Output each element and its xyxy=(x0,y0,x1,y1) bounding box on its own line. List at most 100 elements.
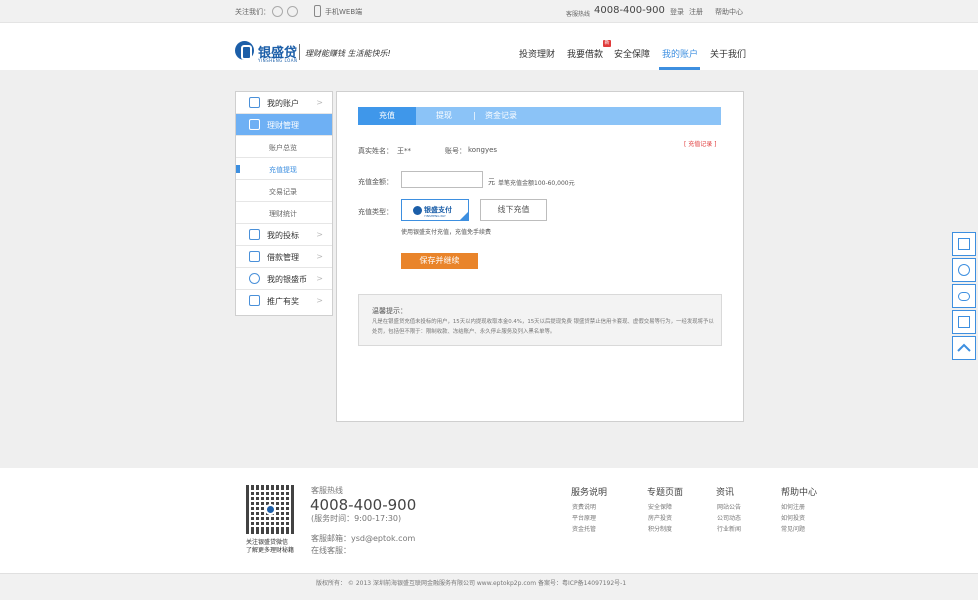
account-card-icon xyxy=(249,97,260,108)
footer-link[interactable]: 积分制度 xyxy=(648,524,672,533)
sidebar-sub-label: 充值提现 xyxy=(269,166,297,174)
register-link[interactable]: 注册 xyxy=(689,7,703,17)
document-icon xyxy=(249,251,260,262)
footer-hotline-label: 客服热线 xyxy=(311,486,343,495)
help-center-link[interactable]: 帮助中心 xyxy=(715,7,743,17)
amount-input[interactable] xyxy=(401,171,483,188)
footer-col-title: 帮助中心 xyxy=(781,488,818,498)
footer-link[interactable]: 网站公告 xyxy=(717,502,741,511)
notice-title: 温馨提示： xyxy=(372,307,407,315)
copyright-text: 版权所有： © 2013 深圳前海银盛互联网金融服务有限公司 www.eptok… xyxy=(316,580,627,587)
logo-divider xyxy=(299,44,300,60)
footer-link[interactable]: 如何注册 xyxy=(781,502,805,511)
footer-link[interactable]: 资费说明 xyxy=(572,502,596,511)
nav-invest[interactable]: 投资理财 xyxy=(519,47,555,60)
wechat-icon[interactable] xyxy=(287,6,298,17)
main-panel xyxy=(336,91,744,422)
mobile-web-link[interactable]: 手机WEB端 xyxy=(325,7,362,17)
nav-about[interactable]: 关于我们 xyxy=(710,47,746,60)
pay-hint: 使用银盛支付充值，充值免手续费 xyxy=(401,229,492,236)
nav-security[interactable]: 安全保障 xyxy=(614,47,650,60)
sidebar-item-loans[interactable]: 借款管理 > xyxy=(236,246,332,268)
chevron-right-icon: > xyxy=(316,252,323,261)
footer-link[interactable]: 平台原理 xyxy=(572,513,596,522)
chevron-right-icon: > xyxy=(316,230,323,239)
back-to-top-button[interactable] xyxy=(952,336,976,360)
sidebar-item-bids[interactable]: 我的投标 > xyxy=(236,224,332,246)
sidebar-sub-label: 账户总览 xyxy=(269,144,297,152)
login-link[interactable]: 登录 xyxy=(670,7,684,17)
new-badge: 新 xyxy=(603,40,611,47)
bar-chart-icon xyxy=(249,229,260,240)
recharge-records-link[interactable]: [ 充值记录 ] xyxy=(684,139,717,148)
footer-col-title: 服务说明 xyxy=(571,488,608,498)
chevron-up-icon xyxy=(957,343,971,352)
qr-caption-2: 了解更多理财秘籍 xyxy=(246,547,295,554)
footer-link[interactable]: 公司动态 xyxy=(717,513,741,522)
follow-label: 关注我们： xyxy=(235,8,270,16)
account-label: 账号： xyxy=(445,147,466,155)
notice-box: 温馨提示： 凡是在银盛贷充值未投标的用户，15天以内提现收取本金0.4%，15天… xyxy=(358,294,722,346)
sidebar-sub-recharge[interactable]: 充值提现 xyxy=(236,158,332,180)
nav-borrow[interactable]: 我要借款 xyxy=(567,47,603,60)
footer-online-service[interactable]: 在线客服： xyxy=(311,545,351,556)
sidebar-sub-overview[interactable]: 账户总览 xyxy=(236,136,332,158)
footer-link[interactable]: 常见问题 xyxy=(781,524,805,533)
support-icon xyxy=(958,264,970,276)
qr-scan-tool-button[interactable] xyxy=(952,310,976,334)
nav-active-indicator xyxy=(659,67,700,70)
qr-scan-icon xyxy=(958,316,970,328)
sidebar-label: 推广有奖 xyxy=(267,297,299,306)
finance-icon xyxy=(249,119,260,130)
footer-link[interactable]: 安全保障 xyxy=(648,502,672,511)
chevron-right-icon: > xyxy=(316,98,323,107)
footer-link[interactable]: 行业新闻 xyxy=(717,524,741,533)
footer-hotline-number: 4008-400-900 xyxy=(310,496,417,514)
tab-fund-records[interactable]: 资金记录 xyxy=(485,107,517,125)
support-tool-button[interactable] xyxy=(952,258,976,282)
sidebar-label: 理财管理 xyxy=(267,121,299,130)
amount-hint: 单笔充值金额100-60,000元 xyxy=(498,180,575,187)
weibo-icon[interactable] xyxy=(272,6,283,17)
nav-my-account[interactable]: 我的账户 xyxy=(662,47,698,60)
tab-divider: | xyxy=(473,111,476,120)
hotline-number: 4008-400-900 xyxy=(594,5,665,16)
type-label: 充值类型： xyxy=(358,208,393,216)
sidebar-sub-label: 交易记录 xyxy=(269,188,297,196)
chevron-right-icon: > xyxy=(316,274,323,283)
pay-subname: YINSHENG PAY xyxy=(424,214,446,218)
footer-link[interactable]: 如何投资 xyxy=(781,513,805,522)
account-value: kongyes xyxy=(468,146,498,154)
real-name-label: 真实姓名： xyxy=(358,147,393,155)
notice-body: 凡是在银盛贷充值未投标的用户，15天以内提现收取本金0.4%，15天以后提现免费… xyxy=(372,319,714,335)
yinsheng-pay-option[interactable]: 银盛支付 YINSHENG PAY xyxy=(401,199,469,221)
footer-link[interactable]: 房产投资 xyxy=(648,513,672,522)
sidebar-label: 我的账户 xyxy=(267,99,299,108)
sidebar-item-coins[interactable]: 我的银盛币 > xyxy=(236,268,332,290)
sidebar-label: 我的银盛币 xyxy=(267,275,307,284)
footer-link[interactable]: 资金托管 xyxy=(572,524,596,533)
save-continue-button[interactable]: 保存并继续 xyxy=(401,253,478,269)
tab-withdraw[interactable]: 提现 xyxy=(436,107,452,125)
offline-recharge-button[interactable]: 线下充值 xyxy=(480,199,547,221)
footer-email[interactable]: 客服邮箱：ysd@eptok.com xyxy=(311,533,415,544)
sidebar-item-promo[interactable]: 推广有奖 > xyxy=(236,290,332,312)
coin-icon xyxy=(249,273,260,284)
sidebar-item-finance[interactable]: 理财管理 xyxy=(236,114,332,136)
hotline-label: 客服热线 xyxy=(566,11,591,18)
sidebar-item-my-account[interactable]: 我的账户 > xyxy=(236,92,332,114)
sidebar-sub-transactions[interactable]: 交易记录 xyxy=(236,180,332,202)
tab-recharge[interactable]: 充值 xyxy=(358,107,416,125)
qr-logo-icon xyxy=(265,504,276,515)
qr-tool-button[interactable] xyxy=(952,232,976,256)
sidebar-sub-stats[interactable]: 理财统计 xyxy=(236,202,332,224)
grid-icon xyxy=(958,238,970,250)
chat-icon xyxy=(958,292,970,301)
top-bar: 关注我们： 手机WEB端 客服热线 4008-400-900 登录 注册 帮助中… xyxy=(0,0,978,23)
logo-icon[interactable] xyxy=(235,41,254,60)
chat-tool-button[interactable] xyxy=(952,284,976,308)
real-name-value: 王** xyxy=(397,147,411,155)
chevron-right-icon: > xyxy=(316,296,323,305)
sidebar-label: 借款管理 xyxy=(267,253,299,262)
footer-col-title: 资讯 xyxy=(716,488,735,498)
